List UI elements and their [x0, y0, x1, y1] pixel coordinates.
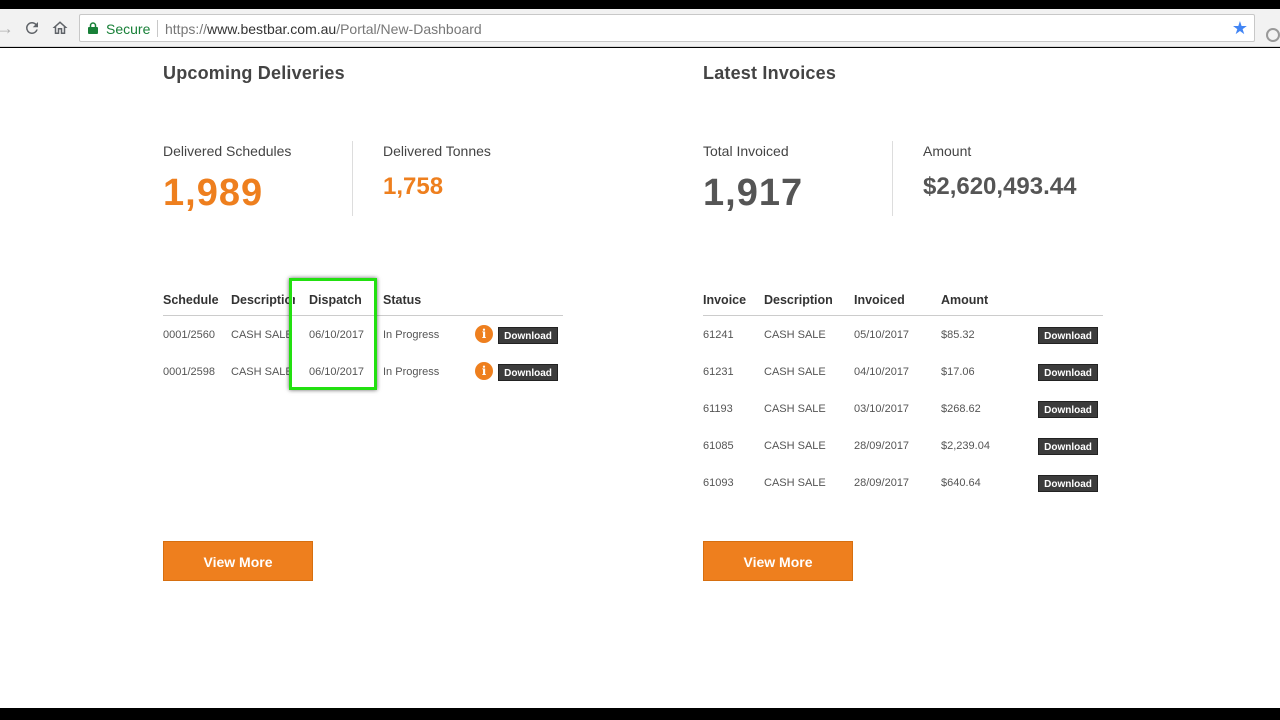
column-header-description[interactable]: Description — [764, 293, 833, 307]
deliveries-title: Upcoming Deliveries — [163, 63, 345, 83]
delivery-status: In Progress — [383, 329, 440, 341]
delivery-status: In Progress — [383, 366, 440, 378]
url-path: /Portal/New-Dashboard — [336, 21, 482, 37]
lock-icon — [88, 22, 98, 34]
delivery-dispatch: 06/10/2017 — [309, 366, 365, 378]
invoice-number: 61085 — [703, 440, 734, 452]
invoice-number: 61193 — [703, 403, 733, 415]
column-header-invoiced[interactable]: Invoiced — [854, 293, 905, 307]
invoice-date: 28/09/2017 — [854, 477, 910, 489]
delivered-tonnes-label: Delivered Tonnes — [383, 143, 491, 159]
info-icon[interactable]: i — [475, 325, 493, 343]
download-button[interactable]: Download — [1038, 438, 1098, 455]
delivery-description: CASH SALE — [231, 366, 291, 378]
browser-toolbar: → Secure https://www.bestbar.com.au/Port… — [0, 9, 1280, 47]
download-button[interactable]: Download — [498, 364, 558, 381]
url-scheme: https:// — [165, 21, 208, 37]
delivery-schedule: 0001/2560 — [163, 329, 215, 341]
column-header-description[interactable]: Description — [231, 293, 295, 307]
invoice-amount: $85.32 — [941, 329, 975, 341]
invoice-description: CASH SALE — [764, 477, 826, 489]
download-button[interactable]: Download — [498, 327, 558, 344]
top-black-bar — [0, 0, 1280, 9]
invoice-date: 05/10/2017 — [854, 329, 910, 341]
star-icon[interactable]: ★ — [1232, 18, 1248, 38]
delivered-schedules-label: Delivered Schedules — [163, 143, 292, 159]
table-divider — [163, 315, 563, 316]
column-header-status[interactable]: Status — [383, 293, 421, 307]
bottom-black-bar — [0, 708, 1280, 720]
column-header-schedule[interactable]: Schedule — [163, 293, 219, 307]
home-icon[interactable] — [49, 17, 71, 39]
download-button[interactable]: Download — [1038, 401, 1098, 418]
table-divider — [703, 315, 1103, 316]
invoice-description: CASH SALE — [764, 403, 826, 415]
invoice-amount: $268.62 — [941, 403, 981, 415]
invoice-date: 28/09/2017 — [854, 440, 910, 452]
column-header-invoice[interactable]: Invoice — [703, 293, 746, 307]
delivery-schedule: 0001/2598 — [163, 366, 215, 378]
invoice-date: 03/10/2017 — [854, 403, 910, 415]
download-button[interactable]: Download — [1038, 327, 1098, 344]
invoice-number: 61231 — [703, 366, 734, 378]
total-invoiced-value: 1,917 — [703, 172, 804, 214]
invoice-number: 61241 — [703, 329, 734, 341]
invoice-date: 04/10/2017 — [854, 366, 910, 378]
download-button[interactable]: Download — [1038, 475, 1098, 492]
invoice-description: CASH SALE — [764, 329, 826, 341]
amount-value: $2,620,493.44 — [923, 173, 1077, 200]
invoice-amount: $640.64 — [941, 477, 981, 489]
invoice-number: 61093 — [703, 477, 734, 489]
invoices-view-more-button[interactable]: View More — [703, 541, 853, 581]
url-host: www.bestbar.com.au — [207, 21, 337, 37]
amount-label: Amount — [923, 143, 972, 159]
reload-icon[interactable] — [21, 17, 43, 39]
url-text[interactable]: https://www.bestbar.com.au/Portal/New-Da… — [165, 21, 482, 37]
delivery-description: CASH SALE — [231, 329, 291, 341]
invoice-description: CASH SALE — [764, 440, 826, 452]
deliveries-view-more-button[interactable]: View More — [163, 541, 313, 581]
arrow-left-icon[interactable]: → — [0, 17, 16, 39]
download-button[interactable]: Download — [1038, 364, 1098, 381]
column-header-amount[interactable]: Amount — [941, 293, 988, 307]
delivered-tonnes-value: 1,758 — [383, 173, 444, 200]
total-invoiced-label: Total Invoiced — [703, 143, 789, 159]
delivered-schedules-value: 1,989 — [163, 172, 264, 214]
invoice-amount: $2,239.04 — [941, 440, 990, 452]
invoices-title: Latest Invoices — [703, 63, 837, 83]
invoice-description: CASH SALE — [764, 366, 826, 378]
column-header-dispatch[interactable]: Dispatch — [309, 293, 362, 307]
stat-divider — [352, 141, 353, 216]
delivery-dispatch: 06/10/2017 — [309, 329, 365, 341]
dashboard-page: Upcoming Deliveries Delivered Schedules … — [0, 48, 1280, 708]
extension-icon[interactable] — [1266, 28, 1280, 42]
stat-divider — [892, 141, 893, 216]
omnibox-divider — [157, 20, 158, 37]
invoice-amount: $17.06 — [941, 366, 975, 378]
secure-label: Secure — [106, 21, 151, 37]
address-bar[interactable]: Secure https://www.bestbar.com.au/Portal… — [79, 14, 1255, 42]
info-icon[interactable]: i — [475, 362, 493, 380]
